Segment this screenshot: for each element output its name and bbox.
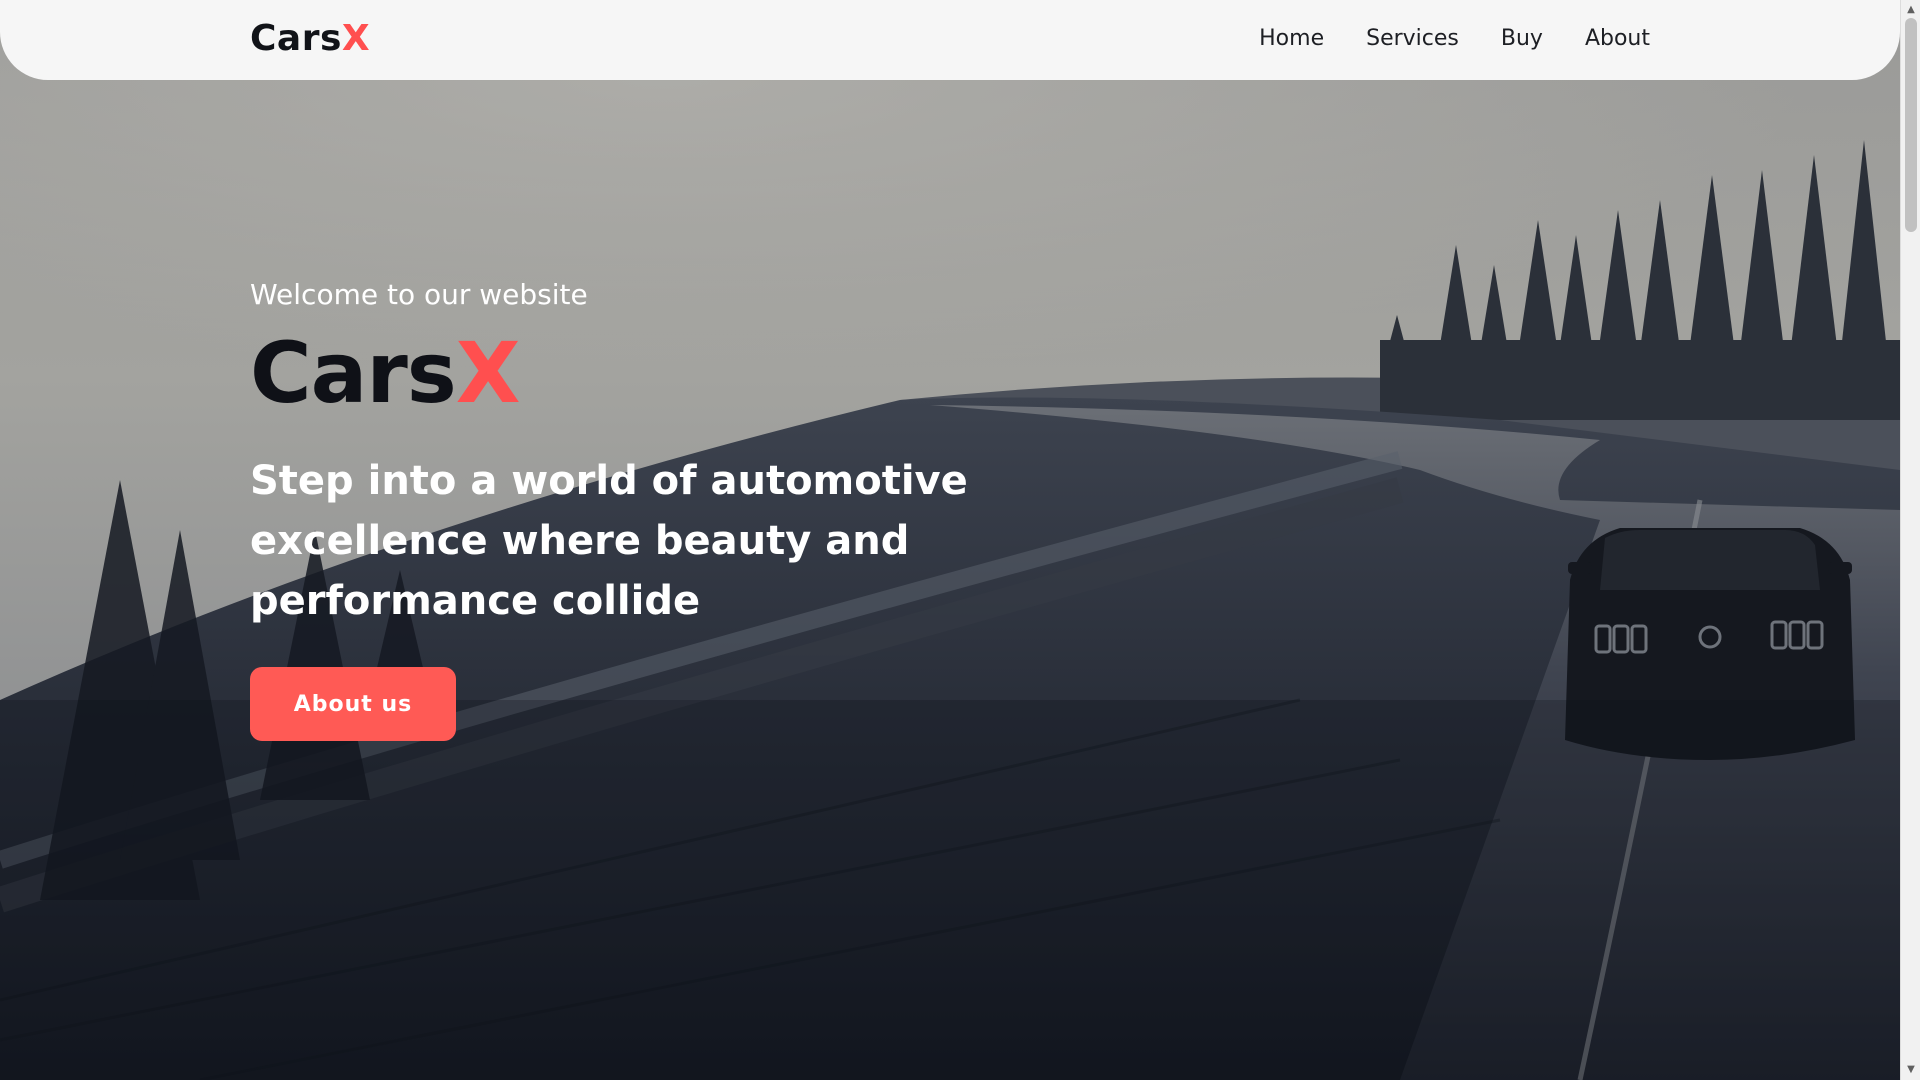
nav-link-home[interactable]: Home [1259,26,1324,51]
hero-tagline: Step into a world of automotive excellen… [250,458,968,624]
page-scrollbar[interactable]: ▲ ▼ [1900,0,1920,1080]
top-navbar: CarsX Home Services Buy About [0,0,1900,80]
hero-section: Welcome to our website CarsX Step into a… [250,278,1010,741]
brand-name: Cars [250,18,342,59]
page-viewport: CarsX Home Services Buy About Welcome to… [0,0,1900,1080]
hero-welcome-text: Welcome to our website [250,278,588,311]
main-nav: Home Services Buy About [1259,26,1650,51]
nav-link-buy[interactable]: Buy [1501,26,1543,51]
scroll-down-arrow-icon[interactable]: ▼ [1901,1062,1920,1078]
hero-title-accent: X [455,324,521,422]
brand-accent-letter: X [341,18,371,59]
scroll-up-arrow-icon[interactable]: ▲ [1901,2,1920,18]
brand-logo[interactable]: CarsX [250,18,370,59]
hero-title-text: Cars [250,324,457,422]
about-us-button[interactable]: About us [250,667,456,741]
nav-link-about[interactable]: About [1585,26,1650,51]
scrollbar-thumb[interactable] [1905,18,1917,232]
nav-link-services[interactable]: Services [1366,26,1459,51]
hero-title: CarsX [250,331,1010,415]
